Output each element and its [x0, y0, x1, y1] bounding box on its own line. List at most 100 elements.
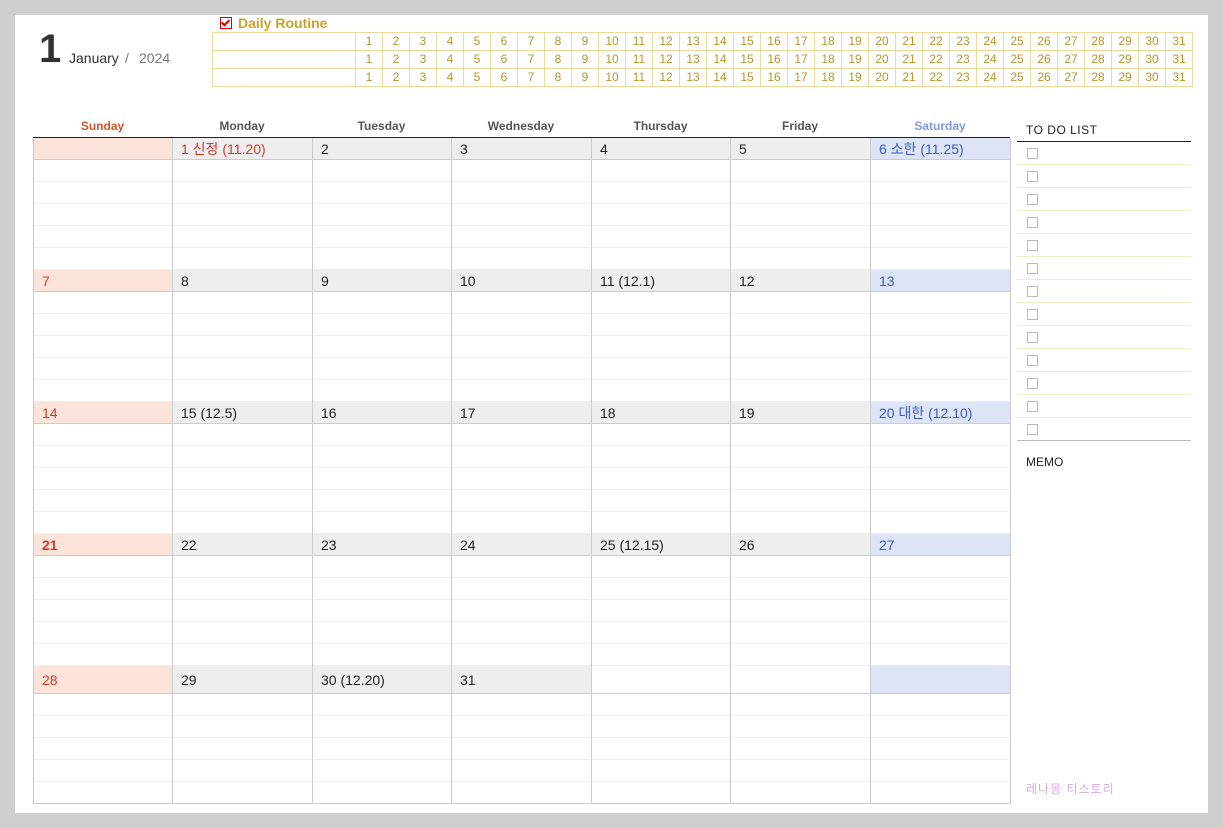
- note-line[interactable]: [592, 358, 730, 380]
- note-line[interactable]: [34, 226, 172, 248]
- routine-day-cell[interactable]: 19: [841, 32, 869, 51]
- note-line[interactable]: [871, 738, 1010, 760]
- todo-item[interactable]: [1017, 257, 1191, 280]
- note-line[interactable]: [731, 160, 870, 182]
- routine-day-cell[interactable]: 8: [544, 50, 572, 69]
- note-line[interactable]: [34, 160, 172, 182]
- day-cell[interactable]: 29: [173, 666, 313, 804]
- routine-day-cell[interactable]: 5: [463, 50, 491, 69]
- note-line[interactable]: [173, 336, 312, 358]
- todo-item[interactable]: [1017, 418, 1191, 441]
- day-cell[interactable]: 30 (12.20): [313, 666, 452, 804]
- note-line[interactable]: [731, 358, 870, 380]
- note-line[interactable]: [452, 160, 591, 182]
- routine-day-cell[interactable]: 18: [814, 68, 842, 87]
- note-line[interactable]: [592, 160, 730, 182]
- day-cell[interactable]: [871, 666, 1011, 804]
- routine-day-cell[interactable]: 10: [598, 32, 626, 51]
- routine-day-cell[interactable]: 3: [409, 50, 437, 69]
- note-line[interactable]: [871, 512, 1010, 534]
- note-line[interactable]: [592, 314, 730, 336]
- routine-day-cell[interactable]: 16: [760, 68, 788, 87]
- routine-day-cell[interactable]: 22: [922, 68, 950, 87]
- todo-item[interactable]: [1017, 372, 1191, 395]
- routine-day-cell[interactable]: 9: [571, 32, 599, 51]
- note-line[interactable]: [173, 446, 312, 468]
- note-line[interactable]: [452, 182, 591, 204]
- routine-day-cell[interactable]: 26: [1030, 32, 1058, 51]
- note-line[interactable]: [452, 490, 591, 512]
- note-line[interactable]: [452, 380, 591, 402]
- note-line[interactable]: [173, 358, 312, 380]
- note-line[interactable]: [871, 578, 1010, 600]
- note-line[interactable]: [313, 644, 451, 666]
- todo-item[interactable]: [1017, 234, 1191, 257]
- note-line[interactable]: [34, 738, 172, 760]
- note-line[interactable]: [34, 424, 172, 446]
- checkbox-icon[interactable]: [1027, 194, 1038, 205]
- day-cell[interactable]: 3: [452, 138, 592, 270]
- routine-day-cell[interactable]: 24: [976, 50, 1004, 69]
- checkbox-icon[interactable]: [1027, 309, 1038, 320]
- note-line[interactable]: [173, 578, 312, 600]
- note-line[interactable]: [34, 358, 172, 380]
- note-line[interactable]: [731, 446, 870, 468]
- note-line[interactable]: [34, 716, 172, 738]
- routine-day-cell[interactable]: 24: [976, 68, 1004, 87]
- note-line[interactable]: [452, 578, 591, 600]
- routine-day-cell[interactable]: 25: [1003, 68, 1031, 87]
- note-line[interactable]: [731, 336, 870, 358]
- note-line[interactable]: [731, 424, 870, 446]
- day-cell[interactable]: 31: [452, 666, 592, 804]
- day-cell[interactable]: 17: [452, 402, 592, 534]
- note-line[interactable]: [592, 600, 730, 622]
- routine-day-cell[interactable]: 13: [679, 50, 707, 69]
- day-cell[interactable]: 15 (12.5): [173, 402, 313, 534]
- routine-day-cell[interactable]: 8: [544, 68, 572, 87]
- note-line[interactable]: [452, 204, 591, 226]
- routine-day-cell[interactable]: 27: [1057, 32, 1085, 51]
- day-cell[interactable]: 27: [871, 534, 1011, 666]
- note-line[interactable]: [731, 694, 870, 716]
- routine-day-cell[interactable]: 31: [1165, 32, 1193, 51]
- note-line[interactable]: [313, 760, 451, 782]
- note-line[interactable]: [871, 556, 1010, 578]
- note-line[interactable]: [452, 716, 591, 738]
- routine-day-cell[interactable]: 16: [760, 32, 788, 51]
- note-line[interactable]: [313, 512, 451, 534]
- routine-day-cell[interactable]: 23: [949, 50, 977, 69]
- routine-day-cell[interactable]: 15: [733, 50, 761, 69]
- note-line[interactable]: [452, 738, 591, 760]
- note-line[interactable]: [313, 204, 451, 226]
- note-line[interactable]: [313, 160, 451, 182]
- note-line[interactable]: [34, 600, 172, 622]
- note-line[interactable]: [871, 600, 1010, 622]
- routine-day-cell[interactable]: 6: [490, 32, 518, 51]
- note-line[interactable]: [313, 292, 451, 314]
- routine-day-cell[interactable]: 14: [706, 32, 734, 51]
- routine-day-cell[interactable]: 8: [544, 32, 572, 51]
- note-line[interactable]: [173, 760, 312, 782]
- routine-day-cell[interactable]: 2: [382, 68, 410, 87]
- todo-item[interactable]: [1017, 142, 1191, 165]
- note-line[interactable]: [173, 556, 312, 578]
- routine-day-cell[interactable]: 22: [922, 50, 950, 69]
- note-line[interactable]: [313, 336, 451, 358]
- note-line[interactable]: [871, 336, 1010, 358]
- todo-item[interactable]: [1017, 165, 1191, 188]
- note-line[interactable]: [34, 292, 172, 314]
- note-line[interactable]: [313, 556, 451, 578]
- routine-day-cell[interactable]: 18: [814, 50, 842, 69]
- routine-label-cell[interactable]: [212, 50, 356, 69]
- todo-item[interactable]: [1017, 188, 1191, 211]
- note-line[interactable]: [313, 314, 451, 336]
- note-line[interactable]: [731, 380, 870, 402]
- note-line[interactable]: [592, 738, 730, 760]
- routine-day-cell[interactable]: 24: [976, 32, 1004, 51]
- day-cell[interactable]: 7: [34, 270, 173, 402]
- note-line[interactable]: [731, 760, 870, 782]
- note-line[interactable]: [173, 782, 312, 804]
- note-line[interactable]: [313, 490, 451, 512]
- routine-day-cell[interactable]: 21: [895, 32, 923, 51]
- routine-day-cell[interactable]: 29: [1111, 50, 1139, 69]
